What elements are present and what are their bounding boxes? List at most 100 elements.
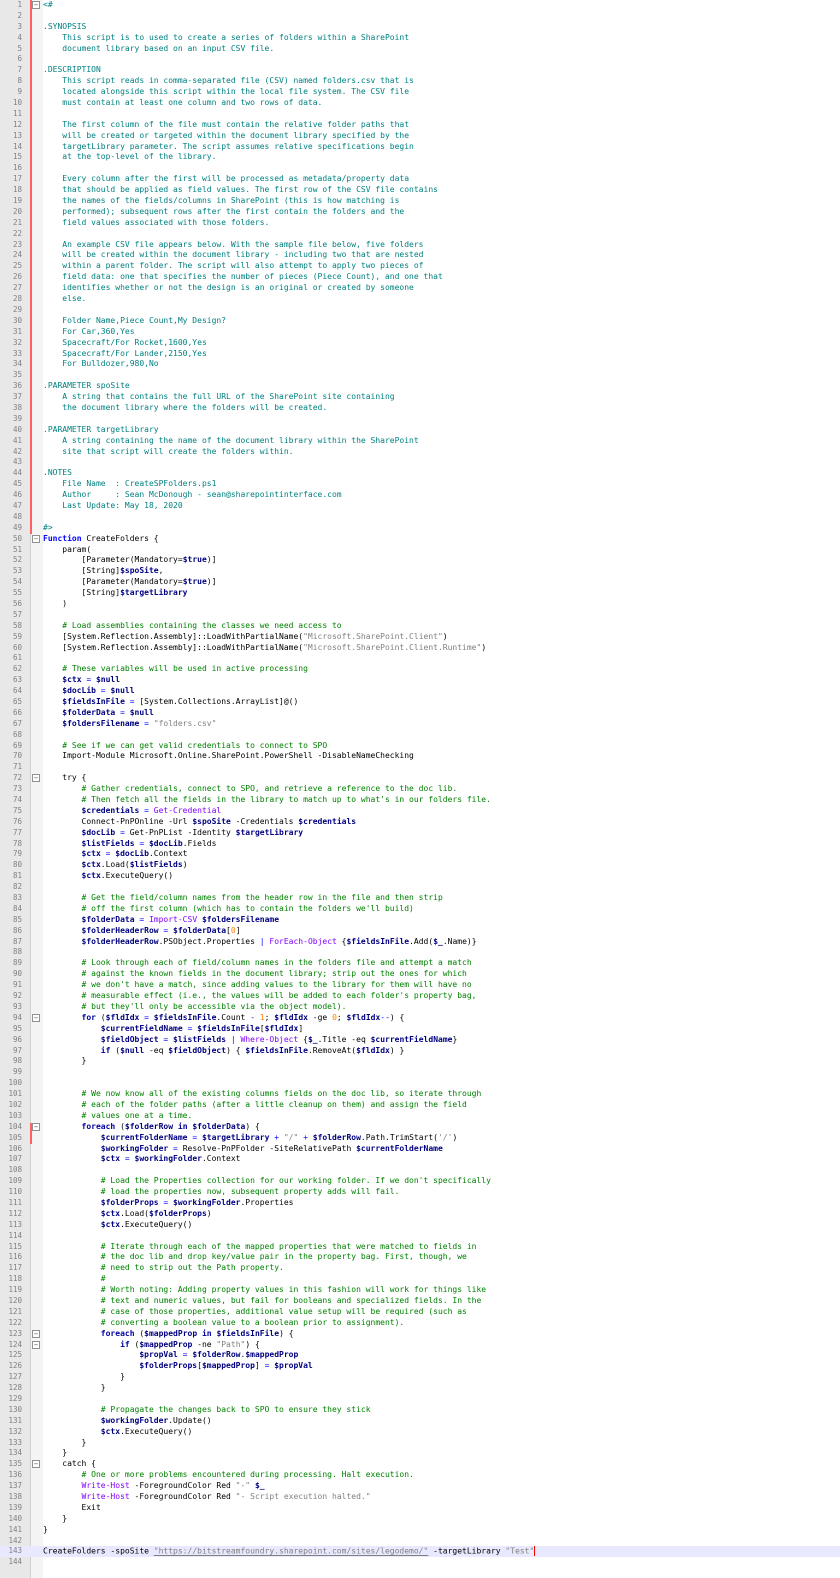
code-line[interactable]: 38 the document library where the folder… [0,403,840,414]
code-line[interactable]: 30 Folder Name,Piece Count,My Design? [0,316,840,327]
code-line[interactable]: 41 A string containing the name of the d… [0,436,840,447]
code-line[interactable]: 131 $workingFolder.Update() [0,1416,840,1427]
code-line[interactable]: 144 [0,1557,840,1568]
code-line[interactable]: 89 # Look through each of field/column n… [0,958,840,969]
code-line[interactable]: 88 [0,947,840,958]
fold-collapse-icon[interactable] [32,1460,40,1469]
code-line[interactable]: 90 # against the known fields in the doc… [0,969,840,980]
code-line[interactable]: 57 [0,610,840,621]
code-line[interactable]: 112 $ctx.Load($folderProps) [0,1209,840,1220]
code-line[interactable]: 15 at the top-level of the library. [0,152,840,163]
code-line[interactable]: 47 Last Update: May 18, 2020 [0,501,840,512]
code-line[interactable]: 92 # measurable effect (i.e., the values… [0,991,840,1002]
code-line[interactable]: 142 [0,1536,840,1547]
code-line[interactable]: 59 [System.Reflection.Assembly]::LoadWit… [0,632,840,643]
code-line[interactable]: 93 # but they'll only be accessible via … [0,1002,840,1013]
code-line[interactable]: 80 $ctx.Load($listFields) [0,860,840,871]
code-line[interactable]: 43 [0,457,840,468]
code-line[interactable]: 81 $ctx.ExecuteQuery() [0,871,840,882]
code-line[interactable]: 138 Write-Host -ForegroundColor Red "- S… [0,1492,840,1503]
code-line[interactable]: 130 # Propagate the changes back to SPO … [0,1405,840,1416]
code-line[interactable]: 134 } [0,1448,840,1459]
code-line[interactable]: 143 CreateFolders -spoSite "https://bitst… [0,1546,840,1558]
code-line[interactable]: 122 # converting a boolean value to a bo… [0,1318,840,1329]
code-line[interactable]: 62 # These variables will be used in act… [0,664,840,675]
code-line[interactable]: 52 [Parameter(Mandatory=$true)] [0,555,840,566]
code-line[interactable]: 76 Connect-PnPOnline -Url $spoSite -Cred… [0,817,840,828]
code-line[interactable]: 79 $ctx = $docLib.Context [0,849,840,860]
code-line[interactable]: 86 $folderHeaderRow = $folderData[0] [0,926,840,937]
fold-collapse-icon[interactable] [32,1340,40,1349]
code-line[interactable]: 17 Every column after the first will be … [0,174,840,185]
code-line[interactable]: 29 [0,305,840,316]
code-line[interactable]: 116 # the doc lib and drop key/value pai… [0,1252,840,1263]
code-line[interactable]: 117 # need to strip out the Path propert… [0,1263,840,1274]
code-line[interactable]: 28 else. [0,294,840,305]
code-line[interactable]: 48 [0,512,840,523]
code-line[interactable]: 108 [0,1165,840,1176]
code-line[interactable]: 21 field values associated with those fo… [0,218,840,229]
code-line[interactable]: 85 $folderData = Import-CSV $foldersFile… [0,915,840,926]
code-line[interactable]: 95 $currentFieldName = $fieldsInFile[$fl… [0,1024,840,1035]
code-line[interactable]: 31 For Car,360,Yes [0,327,840,338]
code-line[interactable]: 107 $ctx = $workingFolder.Context [0,1154,840,1165]
code-line[interactable]: 77 $docLib = Get-PnPList -Identity $targ… [0,828,840,839]
code-line[interactable]: 35 [0,370,840,381]
code-line[interactable]: 121 # case of those properties, addition… [0,1307,840,1318]
code-line[interactable]: 19 the names of the fields/columns in Sh… [0,196,840,207]
code-editor[interactable]: 1 <# 23 .SYNOPSIS 4 This script is to used t… [0,0,840,1578]
code-line[interactable]: 75 $credentials = Get-Credential [0,806,840,817]
code-line[interactable]: 42 site that script will create the fold… [0,447,840,458]
code-line[interactable]: 74 # Then fetch all the fields in the li… [0,795,840,806]
code-line[interactable]: 113 $ctx.ExecuteQuery() [0,1220,840,1231]
code-line[interactable]: 45 File Name : CreateSPFolders.ps1 [0,479,840,490]
fold-collapse-icon[interactable] [32,1013,40,1022]
fold-collapse-icon[interactable] [32,1,40,9]
code-line[interactable]: 14 targetLibrary parameter. The script a… [0,142,840,153]
code-line[interactable]: 9 located alongside this script within t… [0,87,840,98]
code-line[interactable]: 101 # We now know all of the existing co… [0,1089,840,1100]
code-line[interactable]: 44 .NOTES [0,468,840,479]
code-line[interactable]: 1 <# [0,0,840,11]
code-line[interactable]: 63 $ctx = $null [0,675,840,686]
code-line[interactable]: 120 # text and numeric values, but fail … [0,1296,840,1307]
code-line[interactable]: 106 $workingFolder = Resolve-PnPFolder -… [0,1144,840,1155]
code-line[interactable]: 13 will be created or targeted within th… [0,131,840,142]
code-line[interactable]: 102 # each of the folder paths (after a … [0,1100,840,1111]
code-line[interactable]: 25 within a parent folder. The script wi… [0,261,840,272]
fold-collapse-icon[interactable] [32,534,40,543]
code-line[interactable]: 16 [0,163,840,174]
code-line[interactable]: 72 try { [0,773,840,784]
code-line[interactable]: 84 # off the first column (which has to … [0,904,840,915]
code-line[interactable]: 135 catch { [0,1459,840,1470]
code-line[interactable]: 96 $fieldObject = $listFields | Where-Ob… [0,1035,840,1046]
code-line[interactable]: 4 This script is to used to create a ser… [0,33,840,44]
code-line[interactable]: 12 The first column of the file must con… [0,120,840,131]
code-line[interactable]: 68 [0,730,840,741]
code-line[interactable]: 60 [System.Reflection.Assembly]::LoadWit… [0,643,840,654]
code-line[interactable]: 140 } [0,1514,840,1525]
code-line[interactable]: 2 [0,11,840,22]
code-line[interactable]: 24 will be created within the document l… [0,250,840,261]
code-line[interactable]: 34 For Bulldozer,980,No [0,359,840,370]
code-line[interactable]: 73 # Gather credentials, connect to SPO,… [0,784,840,795]
code-line[interactable]: 125 $propVal = $folderRow.$mappedProp [0,1350,840,1361]
code-line[interactable]: 70 Import-Module Microsoft.Online.ShareP… [0,751,840,762]
code-line[interactable]: 126 $folderProps[$mappedProp] = $propVal [0,1361,840,1372]
code-line[interactable]: 127 } [0,1372,840,1383]
code-line[interactable]: 114 [0,1231,840,1242]
fold-collapse-icon[interactable] [32,774,40,783]
code-line[interactable]: 99 [0,1067,840,1078]
code-line[interactable]: 141} [0,1525,840,1536]
code-line[interactable]: 61 [0,653,840,664]
code-line[interactable]: 115 # Iterate through each of the mapped… [0,1242,840,1253]
code-line[interactable]: 91 # we don't have a match, since adding… [0,980,840,991]
code-line[interactable]: 136 # One or more problems encountered d… [0,1470,840,1481]
code-line[interactable]: 51 param( [0,545,840,556]
code-line[interactable]: 78 $listFields = $docLib.Fields [0,839,840,850]
code-line[interactable]: 27 identifies whether or not the design … [0,283,840,294]
code-line[interactable]: 119 # Worth noting: Adding property valu… [0,1285,840,1296]
code-line[interactable]: 3 .SYNOPSIS [0,22,840,33]
code-line[interactable]: 64 $docLib = $null [0,686,840,697]
code-line[interactable]: 56 ) [0,599,840,610]
